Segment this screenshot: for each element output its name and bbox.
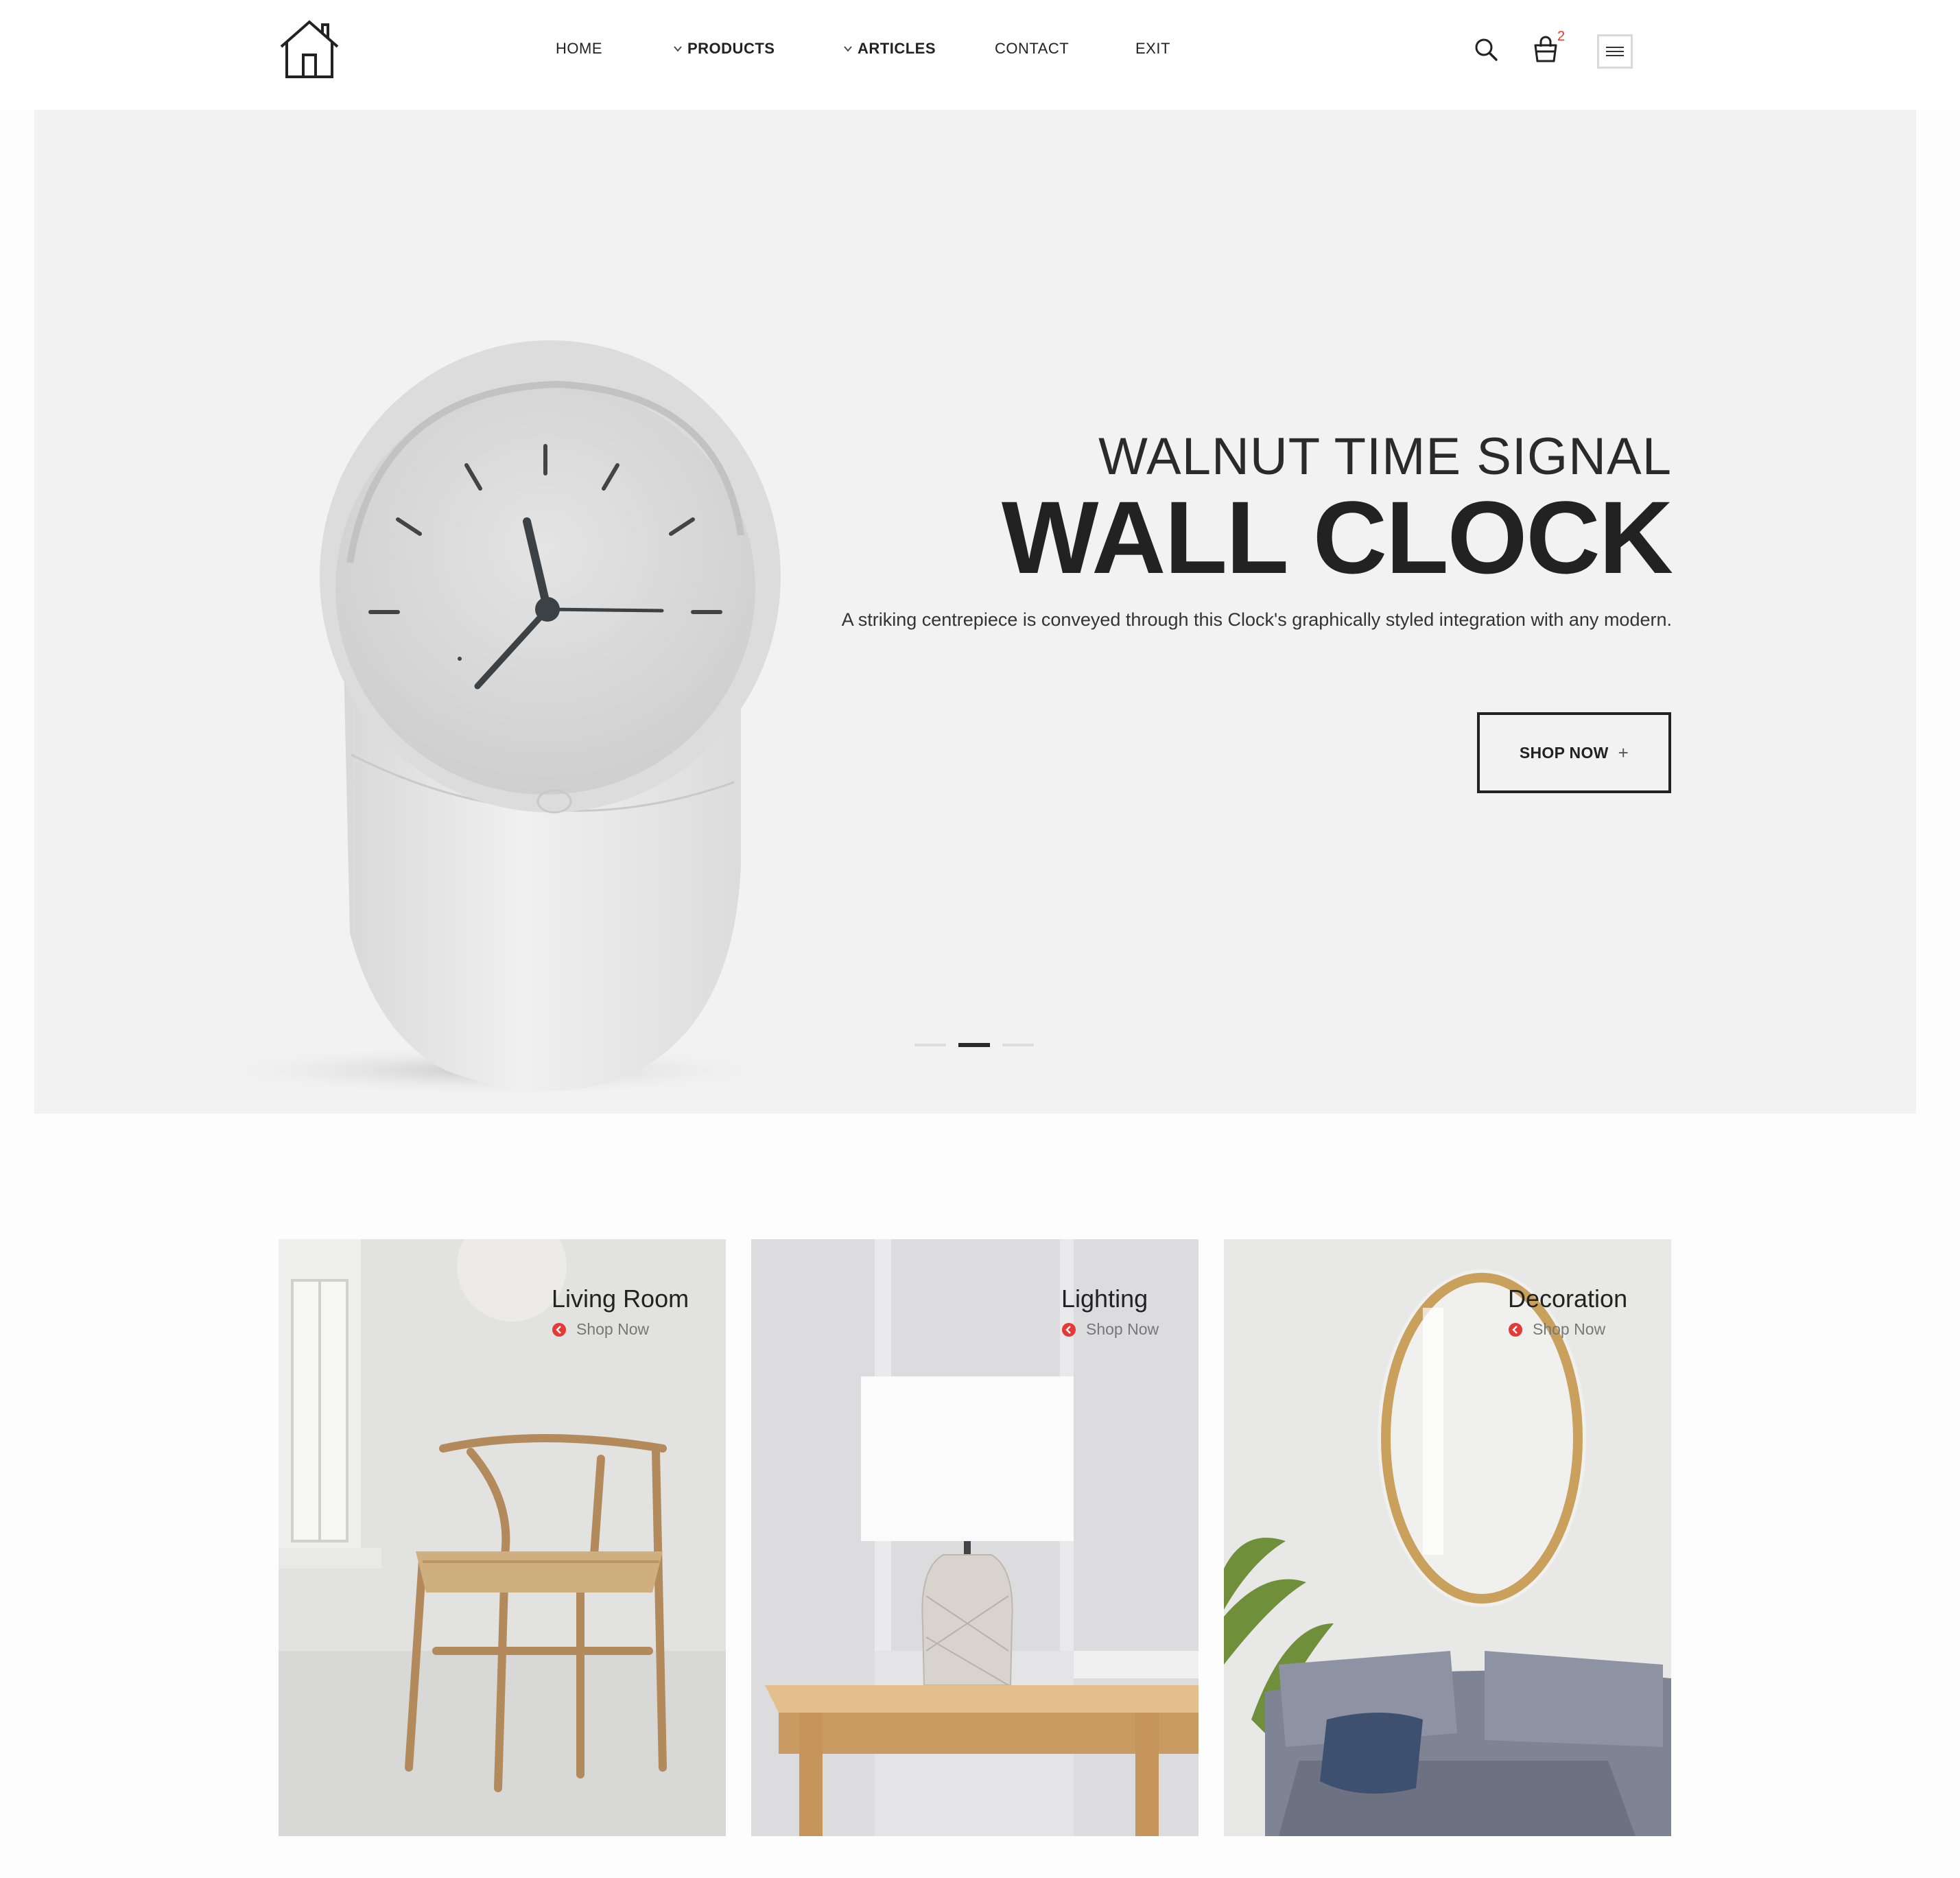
shopping-bag-icon[interactable] (1533, 34, 1559, 63)
arrow-circle-icon (1062, 1322, 1076, 1337)
plus-icon: + (1618, 742, 1629, 763)
nav-products-label: PRODUCTS (687, 40, 775, 57)
chevron-down-icon (674, 46, 682, 52)
nav-home-label: HOME (556, 40, 602, 57)
shop-now-button[interactable]: SHOP NOW + (1477, 712, 1671, 793)
category-card-decoration[interactable]: Decoration Shop Now (1224, 1239, 1671, 1836)
hamburger-menu-icon (1606, 47, 1624, 56)
chevron-down-icon (844, 46, 852, 52)
slider-dot-1[interactable] (914, 1044, 946, 1046)
home-logo-icon[interactable] (279, 19, 340, 80)
hero-slider: WALNUT TIME SIGNAL WALL CLOCK A striking… (34, 110, 1916, 1114)
nav-contact-label: CONTACT (995, 40, 1070, 57)
slider-dot-3[interactable] (1002, 1044, 1034, 1046)
category-link-living-room[interactable]: Shop Now (552, 1320, 649, 1339)
arrow-circle-icon (1509, 1322, 1522, 1337)
cart-count-badge: 2 (1557, 29, 1566, 44)
arrow-circle-icon (552, 1322, 566, 1337)
nav-contact[interactable]: CONTACT (995, 40, 1069, 58)
nav-home[interactable]: HOME (556, 40, 602, 58)
category-link-label: Shop Now (1086, 1320, 1159, 1338)
clock-product-image (192, 340, 796, 1096)
nav-articles[interactable]: ARTICLES (842, 40, 936, 58)
category-title-living-room: Living Room (552, 1284, 689, 1313)
category-link-label: Shop Now (1533, 1320, 1606, 1338)
category-link-label: Shop Now (576, 1320, 650, 1338)
category-title-decoration: Decoration (1508, 1284, 1628, 1313)
hamburger-menu-button[interactable] (1597, 34, 1633, 69)
nav-articles-label: ARTICLES (858, 40, 936, 57)
category-link-lighting[interactable]: Shop Now (1061, 1320, 1159, 1339)
hero-description: A striking centrepiece is conveyed throu… (841, 609, 1672, 630)
category-link-decoration[interactable]: Shop Now (1508, 1320, 1605, 1339)
hero-subtitle: WALNUT TIME SIGNAL (1098, 427, 1672, 486)
category-card-living-room[interactable]: Living Room Shop Now (279, 1239, 726, 1836)
slider-dot-2[interactable] (958, 1043, 990, 1047)
site-header: HOME PRODUCTS ARTICLES CONTACT EXIT 2 (0, 0, 1960, 110)
hero-title: WALL CLOCK (1001, 480, 1673, 595)
living-room-image (279, 1239, 726, 1836)
shop-now-label: SHOP NOW (1519, 743, 1609, 762)
nav-exit-label: EXIT (1135, 40, 1170, 57)
category-title-lighting: Lighting (1061, 1284, 1148, 1313)
nav-products[interactable]: PRODUCTS (672, 40, 775, 58)
nav-exit[interactable]: EXIT (1135, 40, 1170, 58)
search-icon[interactable] (1474, 37, 1498, 62)
category-card-lighting[interactable]: Lighting Shop Now (751, 1239, 1199, 1836)
